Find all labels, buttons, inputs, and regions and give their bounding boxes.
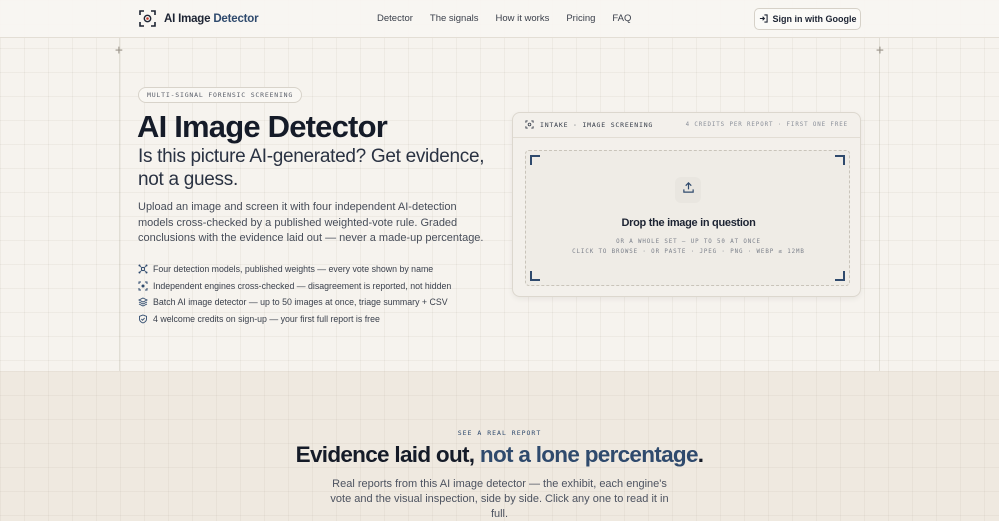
list-item: Four detection models, published weights… xyxy=(138,261,451,278)
nav-link-signals[interactable]: The signals xyxy=(430,13,479,24)
page-title: AI Image Detector xyxy=(137,109,388,144)
list-item: Independent engines cross-checked — disa… xyxy=(138,278,451,295)
shield-check-icon xyxy=(138,314,148,324)
layers-icon xyxy=(138,297,148,307)
sign-in-icon xyxy=(759,13,768,25)
network-icon xyxy=(138,264,148,274)
nav-link-pricing[interactable]: Pricing xyxy=(566,13,595,24)
upload-icon xyxy=(682,181,695,199)
scan-icon xyxy=(525,119,534,131)
intake-credits-note: 4 CREDITS PER REPORT · FIRST ONE FREE xyxy=(685,122,848,128)
intake-card: INTAKE · IMAGE SCREENING 4 CREDITS PER R… xyxy=(512,112,861,297)
drop-zone-batch-hint: OR A WHOLE SET — UP TO 50 AT ONCE xyxy=(616,239,761,245)
scan-logo-icon xyxy=(139,10,156,27)
upload-button[interactable] xyxy=(675,177,701,203)
corner-bracket xyxy=(835,155,845,165)
image-drop-zone[interactable]: Drop the image in question OR A WHOLE SE… xyxy=(525,150,850,286)
top-navbar: AI Image Detector Detector The signals H… xyxy=(0,0,999,38)
corner-bracket xyxy=(530,155,540,165)
drop-zone-format-hint: CLICK TO BROWSE · OR PASTE · JPEG · PNG … xyxy=(572,249,805,255)
feature-list: Four detection models, published weights… xyxy=(138,261,451,327)
report-section-eyebrow: SEE A REAL REPORT xyxy=(457,429,542,437)
hero-subtitle: Is this picture AI-generated? Get eviden… xyxy=(138,146,485,190)
corner-bracket xyxy=(835,271,845,281)
brand-name: AI Image Detector xyxy=(164,12,259,25)
hero-section: MULTI-SIGNAL FORENSIC SCREENING AI Image… xyxy=(0,39,999,371)
drop-zone-title: Drop the image in question xyxy=(621,217,756,229)
corner-bracket xyxy=(530,271,540,281)
hero-lead: Upload an image and screen it with four … xyxy=(138,201,484,244)
nav-link-faq[interactable]: FAQ xyxy=(612,13,631,24)
nav-link-detector[interactable]: Detector xyxy=(377,13,413,24)
scan-icon xyxy=(138,281,148,291)
nav-link-how-it-works[interactable]: How it works xyxy=(496,13,550,24)
main-nav: Detector The signals How it works Pricin… xyxy=(377,13,631,24)
list-item: Batch AI image detector — up to 50 image… xyxy=(138,294,451,311)
brand-logo-link[interactable]: AI Image Detector xyxy=(139,10,259,27)
report-section-title: Evidence laid out, not a lone percentage… xyxy=(295,442,704,467)
hero-eyebrow-badge: MULTI-SIGNAL FORENSIC SCREENING xyxy=(138,87,303,103)
sign-in-label: Sign in with Google xyxy=(772,14,857,24)
intake-label: INTAKE · IMAGE SCREENING xyxy=(540,121,654,129)
sign-in-google-button[interactable]: Sign in with Google xyxy=(754,8,861,30)
report-section-body: Real reports from this AI image detector… xyxy=(330,478,669,520)
intake-card-header: INTAKE · IMAGE SCREENING 4 CREDITS PER R… xyxy=(513,113,860,138)
report-section: SEE A REAL REPORT Evidence laid out, not… xyxy=(0,371,999,521)
list-item: 4 welcome credits on sign-up — your firs… xyxy=(138,311,451,328)
